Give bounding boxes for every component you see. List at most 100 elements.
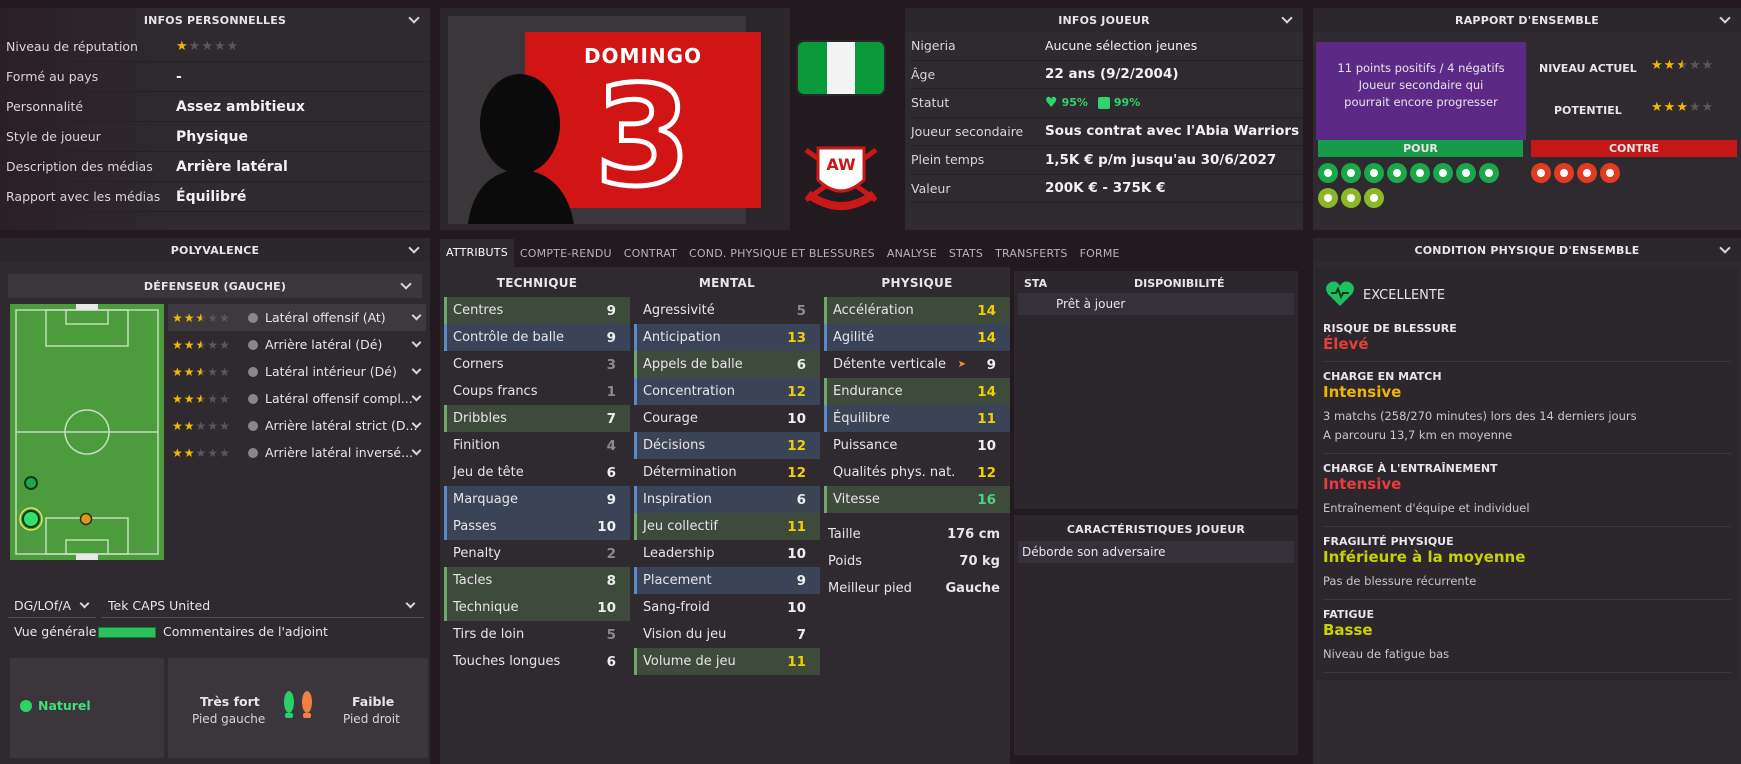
attribute-row[interactable]: Agilité 14 bbox=[824, 324, 1010, 351]
svg-text:AW: AW bbox=[826, 155, 856, 174]
attribute-row[interactable]: Passes 10 bbox=[444, 513, 630, 540]
attribute-row[interactable]: Qualités phys. nat. 12 bbox=[824, 459, 1010, 486]
personal-info-header[interactable]: INFOS PERSONNELLES bbox=[0, 8, 430, 32]
attribute-row[interactable]: Appels de balle 6 bbox=[634, 351, 820, 378]
attribute-label: Concentration bbox=[643, 384, 735, 399]
info-icon[interactable] bbox=[248, 420, 258, 431]
heart-icon bbox=[1326, 281, 1354, 306]
info-icon[interactable] bbox=[248, 312, 258, 323]
attribute-row[interactable]: Dribbles 7 bbox=[444, 405, 630, 432]
availability-row: Prêt à jouer bbox=[1018, 293, 1294, 315]
info-icon[interactable] bbox=[248, 393, 258, 404]
overview-label[interactable]: Vue générale bbox=[14, 624, 97, 639]
tab-1[interactable]: COMPTE-RENDU bbox=[514, 247, 618, 260]
strength-icon[interactable] bbox=[1341, 163, 1361, 183]
tab-3[interactable]: COND. PHYSIQUE ET BLESSURES bbox=[683, 247, 881, 260]
attribute-row[interactable]: Endurance 14 bbox=[824, 378, 1010, 405]
attribute-row[interactable]: Vitesse 16 bbox=[824, 486, 1010, 513]
tab-6[interactable]: TRANSFERTS bbox=[989, 247, 1073, 260]
strength-icon[interactable] bbox=[1364, 163, 1384, 183]
attribute-row[interactable]: Placement 9 bbox=[634, 567, 820, 594]
team-select[interactable]: Tek CAPS United bbox=[102, 594, 424, 618]
info-icon[interactable] bbox=[248, 366, 258, 377]
attribute-row[interactable]: Puissance 10 bbox=[824, 432, 1010, 459]
attribute-row[interactable]: Marquage 9 bbox=[444, 486, 630, 513]
attribute-row[interactable]: Sang-froid 10 bbox=[634, 594, 820, 621]
sta-label: STA bbox=[1024, 277, 1048, 290]
strength-icon[interactable] bbox=[1387, 163, 1407, 183]
attribute-row[interactable]: Coups francs 1 bbox=[444, 378, 630, 405]
attribute-row[interactable]: Tirs de loin 5 bbox=[444, 621, 630, 648]
tab-2[interactable]: CONTRAT bbox=[618, 247, 683, 260]
attribute-row[interactable]: Centres 9 bbox=[444, 297, 630, 324]
strength-icon[interactable] bbox=[1364, 188, 1384, 208]
strength-icon[interactable] bbox=[1318, 163, 1338, 183]
attribute-value: 1 bbox=[606, 383, 616, 400]
attribute-row[interactable]: Équilibre 11 bbox=[824, 405, 1010, 432]
tab-0[interactable]: ATTRIBUTS bbox=[440, 239, 514, 267]
attribute-row[interactable]: Volume de jeu 11 bbox=[634, 648, 820, 675]
role-row[interactable]: ★★★★★ Latéral intérieur (Dé) bbox=[168, 358, 426, 385]
role-row[interactable]: ★★★★★ Arrière latéral strict (D... bbox=[168, 412, 426, 439]
decline-arrow-icon: ➤ bbox=[957, 359, 966, 370]
attribute-row[interactable]: Touches longues 6 bbox=[444, 648, 630, 675]
strength-icon[interactable] bbox=[1410, 163, 1430, 183]
attribute-row[interactable]: Agressivité 5 bbox=[634, 297, 820, 324]
strength-icon[interactable] bbox=[1456, 163, 1476, 183]
attribute-row[interactable]: Jeu collectif 11 bbox=[634, 513, 820, 540]
role-row[interactable]: ★★★★★ Arrière latéral inversé... bbox=[168, 439, 426, 466]
feet-box: Très fort Pied gauche Faible Pied droit bbox=[168, 658, 428, 758]
tab-5[interactable]: STATS bbox=[943, 247, 989, 260]
strength-icon[interactable] bbox=[1318, 188, 1338, 208]
info-icon[interactable] bbox=[248, 447, 258, 458]
attribute-row[interactable]: Penalty 2 bbox=[444, 540, 630, 567]
condition-title: FRAGILITÉ PHYSIQUE bbox=[1323, 535, 1454, 548]
attribute-row[interactable]: Détermination 12 bbox=[634, 459, 820, 486]
attribute-row[interactable]: Contrôle de balle 9 bbox=[444, 324, 630, 351]
position-header[interactable]: DÉFENSEUR (GAUCHE) bbox=[8, 274, 422, 298]
weakness-icon[interactable] bbox=[1577, 163, 1597, 183]
attribute-row[interactable]: Vision du jeu 7 bbox=[634, 621, 820, 648]
condition-note: A parcouru 13,7 km en moyenne bbox=[1323, 428, 1513, 442]
attribute-label: Équilibre bbox=[833, 411, 890, 426]
attribute-row[interactable]: Leadership 10 bbox=[634, 540, 820, 567]
strength-icon[interactable] bbox=[1479, 163, 1499, 183]
condition-header[interactable]: CONDITION PHYSIQUE D'ENSEMBLE bbox=[1313, 238, 1741, 262]
attribute-row[interactable]: Courage 10 bbox=[634, 405, 820, 432]
attribute-row[interactable]: Inspiration 6 bbox=[634, 486, 820, 513]
attribute-label: Jeu de tête bbox=[453, 465, 524, 480]
position-select[interactable]: DG/LOf/A bbox=[8, 594, 96, 618]
tab-4[interactable]: ANALYSE bbox=[881, 247, 943, 260]
overview-report-header[interactable]: RAPPORT D'ENSEMBLE bbox=[1313, 8, 1741, 32]
weakness-icon[interactable] bbox=[1600, 163, 1620, 183]
row-label: Joueur secondaire bbox=[911, 123, 1024, 139]
attribute-row[interactable]: Jeu de tête 6 bbox=[444, 459, 630, 486]
attribute-row[interactable]: Accélération 14 bbox=[824, 297, 1010, 324]
assistant-comments-label[interactable]: Commentaires de l'adjoint bbox=[163, 624, 328, 639]
attribute-row[interactable]: Corners 3 bbox=[444, 351, 630, 378]
info-icon[interactable] bbox=[248, 339, 258, 350]
role-row[interactable]: ★★★★★ Latéral offensif (At) bbox=[168, 304, 426, 331]
role-row[interactable]: ★★★★★ Arrière latéral (Dé) bbox=[168, 331, 426, 358]
attribute-row[interactable]: Détente verticale ➤ 9 bbox=[824, 351, 1010, 378]
attribute-row[interactable]: Finition 4 bbox=[444, 432, 630, 459]
attribute-row[interactable]: Anticipation 13 bbox=[634, 324, 820, 351]
strength-icon[interactable] bbox=[1433, 163, 1453, 183]
attribute-row[interactable]: Décisions 12 bbox=[634, 432, 820, 459]
tab-7[interactable]: FORME bbox=[1074, 247, 1126, 260]
strength-icon[interactable] bbox=[1341, 188, 1361, 208]
weakness-icon[interactable] bbox=[1531, 163, 1551, 183]
versatility-header[interactable]: POLYVALENCE bbox=[0, 238, 430, 262]
attribute-label: Touches longues bbox=[453, 654, 561, 669]
attribute-row[interactable]: Technique 10 bbox=[444, 594, 630, 621]
attribute-value: 2 bbox=[606, 545, 616, 562]
attribute-value: 10 bbox=[787, 545, 806, 562]
role-row[interactable]: ★★★★★ Latéral offensif compl... bbox=[168, 385, 426, 412]
row-label: Rapport avec les médias bbox=[6, 189, 161, 204]
physical-details: Taille 176 cm Poids 70 kg Meilleur pied Gau… bbox=[828, 527, 1000, 596]
attribute-row[interactable]: Concentration 12 bbox=[634, 378, 820, 405]
attribute-label: Contrôle de balle bbox=[453, 330, 564, 345]
player-info-header[interactable]: INFOS JOUEUR bbox=[905, 8, 1303, 32]
attribute-row[interactable]: Tacles 8 bbox=[444, 567, 630, 594]
weakness-icon[interactable] bbox=[1554, 163, 1574, 183]
